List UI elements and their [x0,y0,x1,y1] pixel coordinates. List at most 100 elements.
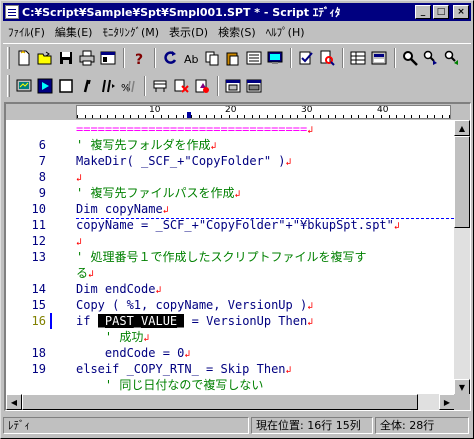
svg-text:Ab: Ab [184,53,199,66]
vertical-scroll-thumb[interactable] [454,136,470,228]
paste-icon[interactable] [223,48,243,68]
code-line[interactable]: if _PAST_VALUE_ = VersionUp Then↲ [76,313,313,329]
ruler-tick [305,115,306,118]
save-icon[interactable] [56,48,76,68]
ruler-tick [313,115,314,118]
line-end-mark: ↲ [155,285,162,296]
code-line[interactable]: ' 複写先フォルダを作成↲ [76,137,216,153]
code-line[interactable]: Copy ( %1, copyName, VersionUp )↲ [76,297,313,313]
app-icon[interactable] [5,5,19,19]
ruler-tick [252,115,253,118]
code-text: copyName = _SCF_+"CopyFolder"+"¥bkupSpt.… [76,218,394,232]
code-text: ' 複写先ファイルパスを作成 [76,186,235,200]
code-editor[interactable]: 10 20 30 40 6 7 8 9 10 11 12 13 14 15 16 18 19 =====… [4,102,471,411]
code-line[interactable]: ================================↲ [76,121,313,137]
menu-monitoring[interactable]: ﾓﾆﾀﾘﾝｸﾞ(M) [97,24,164,40]
code-line[interactable]: Dim endCode↲ [76,281,162,297]
close-button[interactable]: × [453,5,469,19]
code-line[interactable]: ' 複写先ファイルパスを作成↲ [76,185,240,201]
horizontal-scrollbar[interactable]: ◀ ▶ [6,394,455,410]
toolbar-separator [154,47,156,68]
minimize-button[interactable]: _ [415,5,431,19]
step-icon[interactable] [98,76,118,96]
ruler-tick [358,115,359,118]
ruler-tick [214,115,215,118]
code-line[interactable]: copyName = _SCF_+"CopyFolder"+"¥bkupSpt.… [76,217,400,233]
title-bar[interactable]: C:¥Script¥Sample¥Spt¥Smpl001.SPT * - Scr… [3,3,471,21]
ruler-tick [221,115,222,118]
stop-icon[interactable] [56,76,76,96]
zoom-icon[interactable] [400,48,420,68]
monitor-icon[interactable] [14,76,34,96]
scroll-up-button[interactable]: ▲ [454,120,470,136]
run-icon[interactable] [160,48,180,68]
list-icon[interactable] [244,48,264,68]
toolbar-grip[interactable] [7,46,10,69]
line-end-mark: ↲ [285,157,292,168]
horizontal-scroll-thumb[interactable] [22,394,418,410]
code-area[interactable]: ================================↲ ' 複写先フォ… [76,120,454,395]
status-position: 現在位置: 16行 15列 [251,416,373,434]
code-line[interactable]: ↲ [76,169,82,185]
ruler-tick [229,115,230,118]
code-line[interactable]: ' 処理番号１で作成したスクリプトファイルを複写す [76,249,366,265]
code-line[interactable]: ' 同じ日付なので複写しない [76,377,263,393]
pause-icon[interactable] [77,76,97,96]
code-text: endCode = 0 [76,346,185,360]
window-title: C:¥Script¥Sample¥Spt¥Smpl001.SPT * - Scr… [22,6,341,19]
code-text: る [76,266,89,280]
check-icon[interactable] [296,48,316,68]
toolbar-grip[interactable] [7,75,10,97]
table-icon[interactable] [348,48,368,68]
code-line[interactable]: ' 成功↲ [76,329,150,345]
menu-help[interactable]: ﾍﾙﾌﾟ(H) [261,24,310,40]
vertical-scrollbar[interactable]: ▲ ▼ [454,120,470,395]
code-line[interactable]: ↲ [76,233,82,249]
ruler-tick [199,115,200,118]
debug-icon[interactable] [150,76,170,96]
properties-icon[interactable] [98,48,118,68]
code-line[interactable]: る↲ [76,265,94,281]
window1-icon[interactable] [223,76,243,96]
line-number: 19 [31,362,46,376]
clear-break-icon[interactable] [192,76,212,96]
window2-icon[interactable] [244,76,264,96]
open-folder-icon[interactable] [35,48,55,68]
line-end-mark: ↲ [143,333,150,344]
ruler-tick [191,115,192,118]
code-line[interactable]: Dim copyName↲ [76,201,169,217]
code-line[interactable]: elseif _COPY_RTN_ = Skip Then↲ [76,361,292,377]
column-ruler[interactable]: 10 20 30 40 [76,105,451,119]
code-line[interactable]: endCode = 0↲ [76,345,191,361]
scroll-down-button[interactable]: ▼ [454,379,470,395]
menu-edit[interactable]: 編集(E) [50,24,98,40]
play-icon[interactable] [35,76,55,96]
print-icon[interactable] [77,48,97,68]
breakpoint-icon[interactable] [171,76,191,96]
screen-icon[interactable] [265,48,285,68]
line-end-mark: ↲ [184,349,191,360]
new-file-icon[interactable] [14,48,34,68]
code-line[interactable]: MakeDir( _SCF_+"CopyFolder" )↲ [76,153,292,169]
scroll-right-button[interactable]: ▶ [439,394,455,410]
maximize-button[interactable]: □ [433,5,449,19]
line-number: 8 [38,170,46,184]
ruler-tick [115,115,116,118]
menu-view[interactable]: 表示(D) [164,24,213,40]
ruler-tick [161,115,162,118]
copy-icon[interactable] [202,48,222,68]
menu-search[interactable]: 検索(S) [213,24,261,40]
step-over-icon[interactable]: % [119,76,139,96]
ruler-tick [449,115,450,118]
menu-file[interactable]: ﾌｧｲﾙ(F) [3,24,50,40]
layout-icon[interactable] [369,48,389,68]
code-text: Copy ( %1, copyName, VersionUp ) [76,298,308,312]
search-doc-icon[interactable] [317,48,337,68]
selected-text[interactable]: _PAST_VALUE_ [97,314,185,328]
find-icon[interactable]: Ab [181,48,201,68]
help-icon[interactable]: ? [129,48,149,68]
scrollbar-corner [454,394,470,410]
find-next-icon[interactable] [421,48,441,68]
find-prev-icon[interactable] [442,48,462,68]
scroll-left-button[interactable]: ◀ [6,394,22,410]
